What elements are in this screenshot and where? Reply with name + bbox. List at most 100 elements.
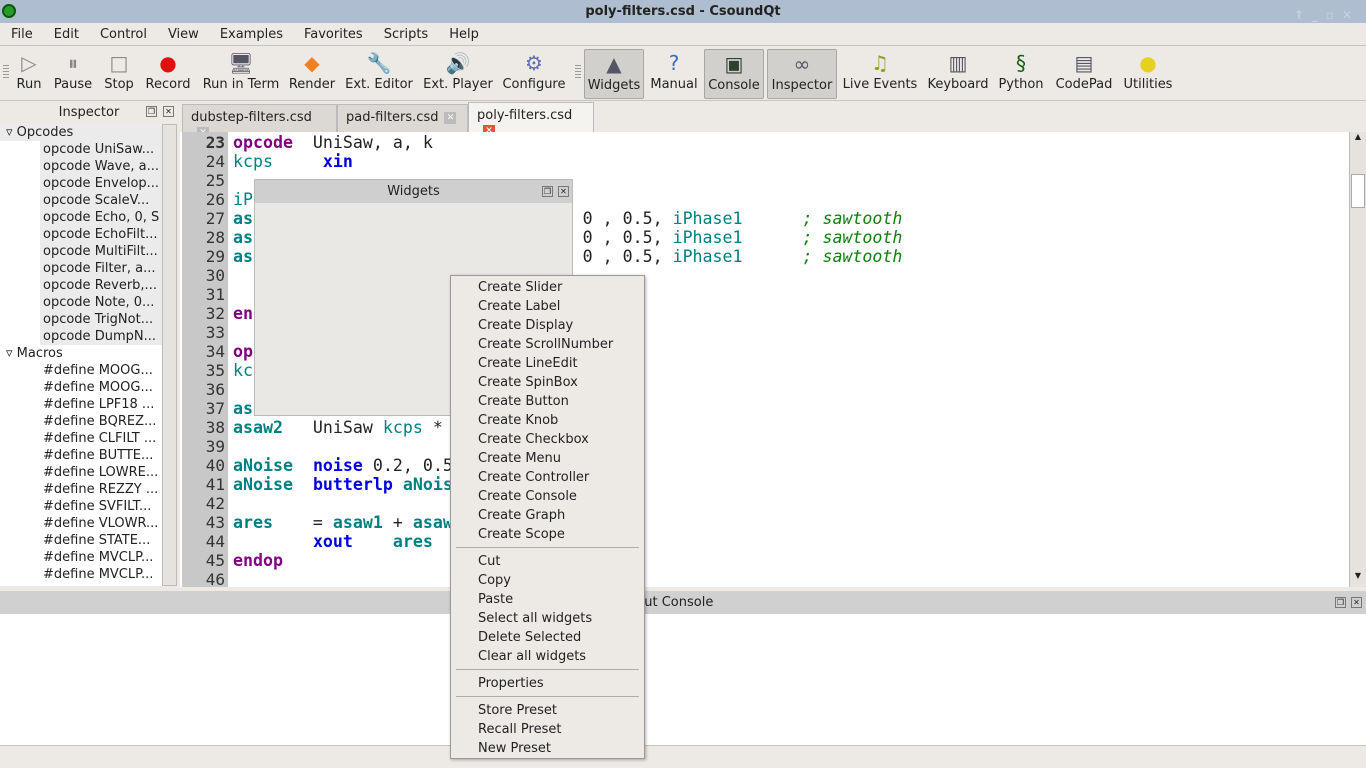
expand-arrow-icon[interactable]: ▿ xyxy=(6,125,17,140)
tree-item[interactable]: opcode EchoFilt... xyxy=(0,226,162,243)
menu-item-create-lineedit[interactable]: Create LineEdit xyxy=(451,354,644,373)
tree-item[interactable]: opcode DumpN... xyxy=(0,328,162,345)
code-line[interactable]: aNoise butterlp aNoise xyxy=(233,475,463,494)
menu-favorites[interactable]: Favorites xyxy=(293,24,373,45)
tree-item[interactable]: opcode Envelop... xyxy=(0,175,162,192)
toolbar-stop-button[interactable]: □ Stop xyxy=(100,49,138,99)
expand-arrow-icon[interactable]: ▿ xyxy=(6,346,17,361)
tree-item[interactable]: opcode TrigNot... xyxy=(0,311,162,328)
menu-item-new-preset[interactable]: New Preset xyxy=(451,739,644,758)
menu-item-create-label[interactable]: Create Label xyxy=(451,297,644,316)
close-icon[interactable]: ✕ xyxy=(1351,597,1362,608)
widgets-panel-header[interactable]: Widgets ❐ ✕ xyxy=(255,180,572,203)
menu-item-delete-selected[interactable]: Delete Selected xyxy=(451,628,644,647)
scroll-down-icon[interactable]: ▼ xyxy=(1352,571,1364,585)
menu-item-create-button[interactable]: Create Button xyxy=(451,392,644,411)
toolbar-manual-button[interactable]: ? Manual xyxy=(648,49,700,99)
toolbar-utilities-button[interactable]: ● Utilities xyxy=(1120,49,1176,99)
tree-item[interactable]: #define MVCLP... xyxy=(0,549,162,566)
toolbar-live-events-button[interactable]: ♫ Live Events xyxy=(840,49,920,99)
code-line[interactable]: asaw2 UniSaw kcps * xyxy=(233,418,443,437)
menu-item-create-menu[interactable]: Create Menu xyxy=(451,449,644,468)
code-line[interactable]: as xyxy=(233,399,253,418)
code-line[interactable]: kc xyxy=(233,361,253,380)
toolbar-keyboard-button[interactable]: ▥ Keyboard xyxy=(922,49,994,99)
close-icon[interactable]: ✕ xyxy=(558,186,569,197)
code-line[interactable]: kcps xin xyxy=(233,152,353,171)
code-line[interactable]: opcode UniSaw, a, k xyxy=(233,133,433,152)
editor-scrollbar[interactable]: ▲ ▼ xyxy=(1349,132,1366,587)
menu-item-select-all-widgets[interactable]: Select all widgets xyxy=(451,609,644,628)
toolbar-console-button[interactable]: ▣ Console xyxy=(704,49,764,99)
tree-item[interactable]: opcode UniSaw... xyxy=(0,141,162,158)
menu-item-create-display[interactable]: Create Display xyxy=(451,316,644,335)
tree-item[interactable]: #define MOOG... xyxy=(0,379,162,396)
code-line[interactable]: aNoise noise 0.2, 0.5 xyxy=(233,456,453,475)
toolbar-run-button[interactable]: ▷ Run xyxy=(12,49,46,99)
menu-item-store-preset[interactable]: Store Preset xyxy=(451,701,644,720)
tree-item[interactable]: #define BQREZ... xyxy=(0,413,162,430)
menu-file[interactable]: File xyxy=(0,24,43,45)
close-tab-icon[interactable]: ✕ xyxy=(444,111,457,124)
toolbar-render-button[interactable]: ◆ Render xyxy=(287,49,337,99)
menu-item-copy[interactable]: Copy xyxy=(451,571,644,590)
code-line[interactable]: en xyxy=(233,304,253,323)
menu-control[interactable]: Control xyxy=(89,24,157,45)
menu-item-create-slider[interactable]: Create Slider xyxy=(451,278,644,297)
code-line[interactable]: ares = asaw1 + asaw xyxy=(233,513,453,532)
menu-examples[interactable]: Examples xyxy=(209,24,293,45)
tree-item[interactable]: #define MOOG... xyxy=(0,362,162,379)
scroll-up-icon[interactable]: ▲ xyxy=(1352,132,1364,146)
close-icon[interactable]: ✕ xyxy=(163,106,174,117)
toolbar-pause-button[interactable]: ⏸ Pause xyxy=(50,49,96,99)
tab-pad-filters-csd[interactable]: pad-filters.csd ✕ xyxy=(337,104,468,132)
toolbar-configure-button[interactable]: ⚙ Configure xyxy=(500,49,568,99)
tree-item[interactable]: opcode ScaleV... xyxy=(0,192,162,209)
tree-item[interactable]: #define MVCLP... xyxy=(0,566,162,583)
tree-item[interactable]: #define STATE... xyxy=(0,532,162,549)
toolbar-codepad-button[interactable]: ▤ CodePad xyxy=(1053,49,1115,99)
code-line[interactable]: op xyxy=(233,342,253,361)
menu-item-create-checkbox[interactable]: Create Checkbox xyxy=(451,430,644,449)
menu-scripts[interactable]: Scripts xyxy=(373,24,438,45)
tree-item[interactable]: #define LOWRE... xyxy=(0,464,162,481)
tab-dubstep-filters-csd[interactable]: dubstep-filters.csd✕ xyxy=(182,104,337,139)
menu-item-paste[interactable]: Paste xyxy=(451,590,644,609)
toolbar-widgets-button[interactable]: ▲ Widgets xyxy=(584,49,644,99)
tree-item[interactable]: #define SVFILT... xyxy=(0,498,162,515)
tree-group-macros[interactable]: ▿ Macros xyxy=(0,345,162,362)
menu-item-create-controller[interactable]: Create Controller xyxy=(451,468,644,487)
menu-item-recall-preset[interactable]: Recall Preset xyxy=(451,720,644,739)
code-line[interactable]: endop xyxy=(233,551,283,570)
toolbar-run-in-term-button[interactable]: 🖥 Run in Term xyxy=(199,49,283,99)
menu-item-create-scrollnumber[interactable]: Create ScrollNumber xyxy=(451,335,644,354)
menu-edit[interactable]: Edit xyxy=(43,24,89,45)
code-line[interactable]: iP xyxy=(233,190,253,209)
tree-item[interactable]: #define VLOWR... xyxy=(0,515,162,532)
toolbar-inspector-button[interactable]: ∞ Inspector xyxy=(767,49,837,99)
scrollbar-thumb[interactable] xyxy=(1351,174,1365,208)
tree-item[interactable]: opcode Echo, 0, S xyxy=(0,209,162,226)
menu-view[interactable]: View xyxy=(157,24,209,45)
float-icon[interactable]: ❐ xyxy=(1335,597,1346,608)
menu-item-create-console[interactable]: Create Console xyxy=(451,487,644,506)
menu-item-clear-all-widgets[interactable]: Clear all widgets xyxy=(451,647,644,666)
toolbar-record-button[interactable]: ● Record xyxy=(143,49,193,99)
tree-item[interactable]: #define REZZY ... xyxy=(0,481,162,498)
menu-item-create-graph[interactable]: Create Graph xyxy=(451,506,644,525)
toolbar-ext-player-button[interactable]: 🔊 Ext. Player xyxy=(420,49,496,99)
tree-item[interactable]: opcode Wave, a... xyxy=(0,158,162,175)
menu-item-create-spinbox[interactable]: Create SpinBox xyxy=(451,373,644,392)
code-line[interactable]: xout ares xyxy=(233,532,433,551)
float-icon[interactable]: ❐ xyxy=(146,106,157,117)
tree-item[interactable]: #define BUTTE... xyxy=(0,447,162,464)
toolbar-ext-editor-button[interactable]: 🔧 Ext. Editor xyxy=(343,49,415,99)
tree-item[interactable]: #define LPF18 ... xyxy=(0,396,162,413)
tree-item[interactable]: opcode Note, 0... xyxy=(0,294,162,311)
tree-item[interactable]: opcode MultiFilt... xyxy=(0,243,162,260)
tree-group-opcodes[interactable]: ▿ Opcodes xyxy=(0,124,162,141)
toolbar-grip[interactable] xyxy=(3,65,9,79)
inspector-scrollbar[interactable] xyxy=(162,124,177,586)
tree-item[interactable]: #define CLFILT ... xyxy=(0,430,162,447)
menu-item-create-knob[interactable]: Create Knob xyxy=(451,411,644,430)
